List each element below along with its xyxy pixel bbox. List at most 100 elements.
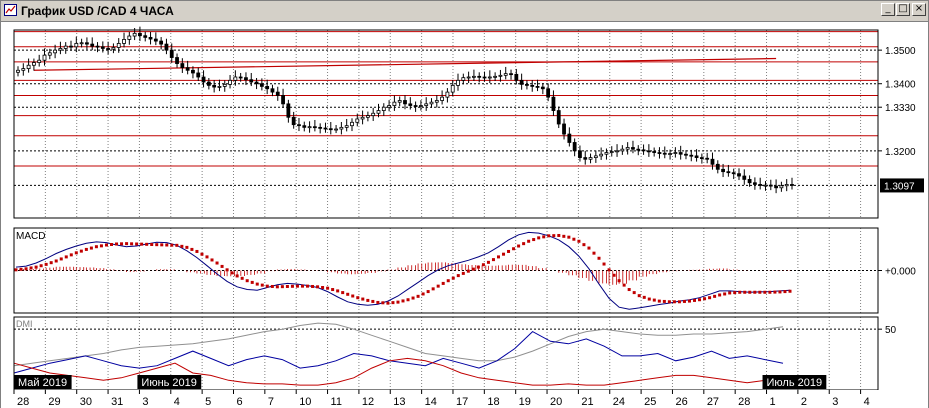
- macd-signal-dot: [401, 299, 405, 303]
- day-label: 2: [801, 396, 807, 408]
- candle-body: [217, 86, 222, 88]
- candle-body: [689, 154, 694, 157]
- macd-signal-dot: [371, 299, 375, 303]
- candle-body: [238, 76, 243, 79]
- candle-body: [270, 88, 275, 93]
- macd-signal-dot: [471, 267, 475, 271]
- candle-body: [472, 75, 476, 78]
- macd-signal-dot: [652, 298, 656, 302]
- day-label: 10: [299, 396, 311, 408]
- macd-signal-dot: [39, 264, 43, 268]
- macd-signal-dot: [743, 290, 747, 294]
- macd-tick-label: +0.000: [885, 267, 916, 278]
- candle-body: [376, 110, 381, 114]
- title-bar[interactable]: График USD /CAD 4 ЧАСА _ □ ×: [1, 1, 928, 22]
- macd-signal-dot: [59, 257, 63, 261]
- candle-body: [768, 184, 773, 187]
- month-label: Июль 2019: [767, 377, 823, 389]
- price-tick-label: 1.3500: [885, 46, 916, 57]
- candle-body: [434, 100, 439, 103]
- macd-signal-dot: [748, 290, 752, 294]
- candle-body: [503, 73, 508, 76]
- macd-signal-dot: [64, 255, 68, 259]
- candle-body: [302, 125, 307, 128]
- macd-signal-dot: [436, 284, 440, 288]
- macd-signal-dot: [718, 293, 722, 297]
- macd-signal-dot: [44, 262, 48, 266]
- macd-signal-dot: [215, 261, 219, 265]
- candle-body: [684, 153, 688, 156]
- candle-body: [106, 48, 111, 50]
- candle-body: [599, 153, 604, 157]
- macd-signal-dot: [391, 301, 395, 305]
- candle-body: [201, 76, 206, 83]
- candle-body: [747, 178, 752, 184]
- macd-signal-dot: [280, 285, 284, 289]
- candle-body: [609, 151, 614, 153]
- macd-signal-dot: [356, 296, 360, 300]
- macd-signal-dot: [24, 267, 28, 271]
- macd-signal-dot: [220, 264, 224, 268]
- candle-body: [583, 157, 588, 160]
- macd-signal-dot: [180, 244, 184, 248]
- candle-body: [318, 126, 323, 129]
- macd-signal-dot: [773, 290, 777, 294]
- macd-signal-dot: [491, 258, 495, 262]
- macd-signal-dot: [275, 285, 279, 289]
- macd-title: MACD: [16, 231, 45, 242]
- day-label: 29: [48, 396, 60, 408]
- candle-body: [450, 84, 455, 93]
- macd-signal-dot: [466, 269, 470, 273]
- candle-body: [85, 42, 89, 45]
- day-label: 30: [80, 396, 92, 408]
- candle-body: [344, 125, 349, 128]
- candle-body: [164, 43, 169, 51]
- macd-signal-dot: [381, 301, 385, 305]
- candle-body: [546, 88, 551, 98]
- minimize-button[interactable]: _: [881, 3, 895, 16]
- candle-body: [95, 45, 100, 48]
- candle-body: [498, 74, 503, 77]
- candle-body: [175, 57, 179, 64]
- candle-body: [254, 81, 259, 85]
- macd-signal-dot: [321, 286, 325, 289]
- macd-signal-dot: [411, 296, 415, 300]
- close-button[interactable]: ×: [912, 3, 926, 16]
- candle-body: [551, 96, 556, 111]
- macd-signal-dot: [175, 243, 179, 247]
- candle-body: [53, 49, 58, 54]
- candle-body: [562, 123, 566, 135]
- macd-signal-dot: [190, 247, 194, 251]
- candle-body: [482, 76, 487, 79]
- candle-body: [16, 69, 20, 73]
- macd-signal-dot: [517, 244, 521, 248]
- candle-body: [763, 184, 768, 187]
- macd-signal-dot: [647, 297, 651, 301]
- candle-body: [365, 115, 370, 118]
- candle-body: [715, 163, 720, 170]
- macd-signal-dot: [708, 296, 712, 300]
- macd-signal-dot: [537, 236, 541, 240]
- macd-signal-dot: [205, 255, 209, 259]
- candle-body: [456, 79, 460, 86]
- candle-body: [381, 106, 386, 111]
- macd-signal-dot: [522, 242, 526, 246]
- macd-signal-dot: [687, 299, 691, 303]
- macd-signal-dot: [295, 284, 299, 288]
- macd-signal-dot: [331, 288, 335, 292]
- candle-body: [371, 112, 376, 117]
- chart-area[interactable]: 1.3500 1.3400 1.3330 1.3200 1.3097 MACD +0.00…: [1, 22, 928, 408]
- candle-body: [742, 175, 747, 180]
- macd-signal-dot: [738, 290, 742, 294]
- candle-body: [567, 133, 572, 143]
- macd-signal-dot: [290, 284, 294, 288]
- macd-signal-dot: [703, 297, 707, 301]
- maximize-button[interactable]: □: [896, 3, 910, 16]
- candle-body: [222, 83, 227, 87]
- candle-body: [355, 118, 360, 123]
- candle-body: [323, 127, 328, 130]
- macd-signal-dot: [346, 292, 350, 296]
- macd-signal-dot: [723, 292, 727, 296]
- dmi-title: DMI: [16, 319, 33, 329]
- day-label: 11: [331, 396, 342, 408]
